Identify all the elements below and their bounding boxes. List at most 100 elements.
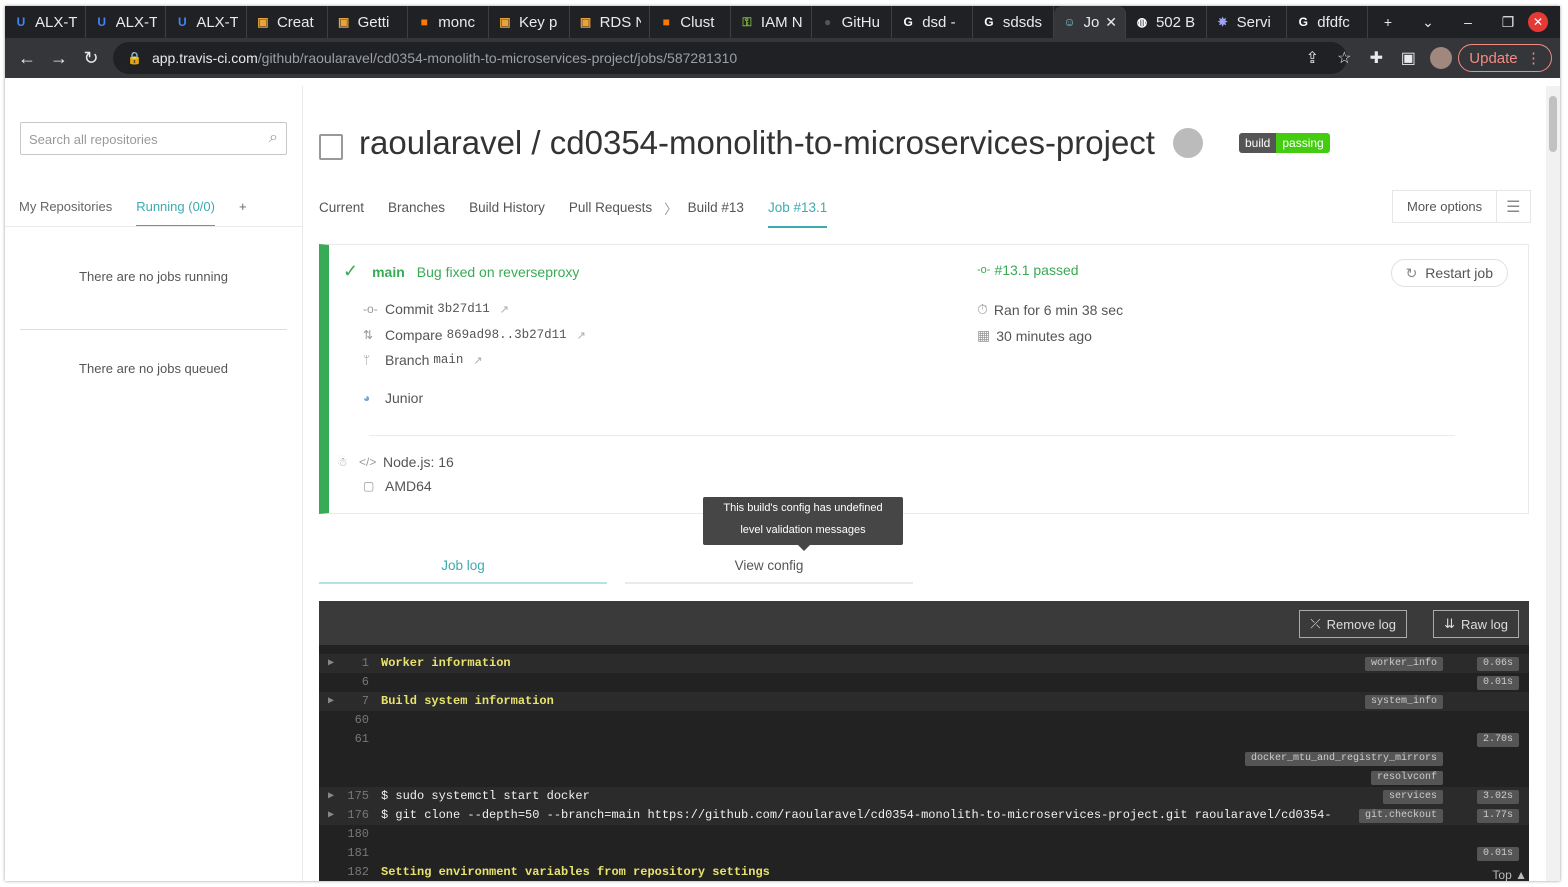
log-line-number[interactable]: 60 bbox=[337, 711, 369, 730]
url-field[interactable]: 🔒 app.travis-ci.com/github/raoularavel/c… bbox=[113, 42, 1347, 74]
main-content: raoularavel / cd0354-monolith-to-microse… bbox=[319, 86, 1531, 881]
profile-avatar[interactable] bbox=[1430, 47, 1453, 69]
tab-running[interactable]: Running (0/0) bbox=[136, 199, 215, 226]
extensions-icon[interactable]: ✚ bbox=[1360, 48, 1392, 68]
search-input[interactable]: Search all repositories ⌕ bbox=[20, 122, 287, 155]
close-tab-icon[interactable]: ✕ bbox=[1105, 14, 1117, 31]
branch-row[interactable]: ᛘ Branch main ↗ bbox=[363, 352, 483, 368]
expand-arrow-icon[interactable]: ▶ bbox=[328, 654, 334, 673]
remove-icon: ⤫ bbox=[1310, 616, 1321, 631]
tab-view-config[interactable]: View config bbox=[625, 548, 913, 584]
commit-row[interactable]: -o- Commit 3b27d11 ↗ bbox=[363, 301, 509, 317]
bookmark-star-icon[interactable]: ☆ bbox=[1328, 48, 1360, 68]
tab-job-log[interactable]: Job log bbox=[319, 548, 607, 584]
cpu-icon: ▢ bbox=[363, 479, 375, 493]
tab-favicon-icon: ▣ bbox=[579, 15, 592, 29]
log-line[interactable]: ▶ 7 Build system information system_info bbox=[319, 692, 1529, 711]
log-line-number[interactable]: 61 bbox=[337, 730, 369, 749]
browser-tab[interactable]: ⚿ IAM N bbox=[731, 6, 812, 38]
tab-current[interactable]: Current bbox=[319, 198, 364, 228]
browser-tab[interactable]: Gdsd - bbox=[892, 6, 973, 38]
build-status-badge[interactable]: build passing bbox=[1238, 133, 1330, 153]
tab-pull-requests[interactable]: Pull Requests bbox=[569, 198, 652, 228]
tab-build[interactable]: Build #13 bbox=[688, 198, 744, 228]
tab-build-history[interactable]: Build History bbox=[469, 198, 545, 228]
remove-log-button[interactable]: ⤫ Remove log bbox=[1299, 610, 1407, 638]
tab-title: RDS N bbox=[599, 13, 642, 31]
browser-window: U ALX-T U ALX-T U ALX-T ▣ Creat ▣ Getti ■ monc ▣ Key … bbox=[5, 6, 1560, 881]
page-scrollbar[interactable] bbox=[1546, 86, 1560, 881]
more-options-button[interactable]: More options ☰ bbox=[1392, 190, 1531, 223]
tab-title: Clust bbox=[680, 13, 715, 31]
add-repository-button[interactable]: + bbox=[239, 199, 247, 227]
badge-label: build bbox=[1238, 133, 1277, 153]
log-line-number[interactable]: 1 bbox=[337, 654, 369, 673]
browser-tab[interactable]: ▣ Key p bbox=[489, 6, 570, 38]
sidebar-tabs: My Repositories Running (0/0) + bbox=[19, 199, 289, 227]
log-line: 181 0.01s bbox=[319, 844, 1529, 863]
new-tab-button[interactable]: + bbox=[1368, 14, 1408, 30]
browser-tab[interactable]: U ALX-T bbox=[166, 6, 247, 38]
fold-label: resolvconf bbox=[1370, 771, 1443, 785]
job-header-row: ✓ main Bug fixed on reverseproxy bbox=[343, 261, 579, 282]
log-line: resolvconf bbox=[319, 768, 1529, 787]
finished-row: ▦ 30 minutes ago bbox=[977, 327, 1092, 344]
log-line-number[interactable]: 6 bbox=[337, 673, 369, 692]
tab-favicon-icon: ▣ bbox=[499, 15, 511, 29]
expand-arrow-icon[interactable]: ▶ bbox=[328, 692, 334, 711]
log-line-number[interactable]: 182 bbox=[337, 863, 369, 881]
job-branch[interactable]: main bbox=[372, 264, 405, 280]
browser-tab[interactable]: ■ monc bbox=[408, 6, 489, 38]
tab-title: Jo bbox=[1083, 13, 1100, 31]
log-line-number[interactable]: 181 bbox=[337, 844, 369, 863]
browser-tab[interactable]: ● GitHu bbox=[812, 6, 893, 38]
restore-button[interactable]: ❐ bbox=[1488, 14, 1528, 31]
browser-tab[interactable]: Gdfdfc bbox=[1287, 6, 1368, 38]
log-line[interactable]: ▶ 1 Worker information worker_info 0.06s bbox=[319, 654, 1529, 673]
browser-tab[interactable]: ▣ Getti bbox=[328, 6, 409, 38]
language-row: ☃ </> Node.js: 16 bbox=[337, 454, 454, 470]
scrollbar-thumb[interactable] bbox=[1549, 96, 1557, 152]
log-line-number[interactable]: 180 bbox=[337, 825, 369, 844]
commit-label: Commit bbox=[385, 301, 434, 317]
side-panel-icon[interactable]: ▣ bbox=[1392, 48, 1424, 68]
back-button[interactable]: ← bbox=[11, 48, 43, 69]
github-icon[interactable] bbox=[1172, 128, 1203, 158]
expand-arrow-icon[interactable]: ▶ bbox=[328, 806, 334, 825]
browser-tab[interactable]: U ALX-T bbox=[86, 6, 167, 38]
tab-search-icon[interactable]: ⌄ bbox=[1408, 14, 1448, 31]
scroll-to-top-link[interactable]: Top ▲ bbox=[1492, 868, 1527, 881]
browser-tab[interactable]: ✵ Servi bbox=[1207, 6, 1288, 38]
expand-arrow-icon[interactable]: ▶ bbox=[328, 787, 334, 806]
browser-tab[interactable]: ▣ RDS N bbox=[570, 6, 651, 38]
tab-title: GitHu bbox=[841, 13, 880, 31]
compare-range: 869ad98..3b27d11 bbox=[446, 328, 567, 342]
log-line-number[interactable]: 176 bbox=[337, 806, 369, 825]
browser-tab[interactable]: Gsdsds bbox=[973, 6, 1054, 38]
log-line[interactable]: ▶ 176 $ git clone --depth=50 --branch=main… bbox=[319, 806, 1529, 825]
log-line: 180 bbox=[319, 825, 1529, 844]
forward-button[interactable]: → bbox=[43, 48, 75, 69]
tab-favicon-icon: ✵ bbox=[1217, 15, 1228, 29]
browser-tab[interactable]: U ALX-T bbox=[5, 6, 86, 38]
log-line: 182 Setting environment variables from re… bbox=[319, 863, 1529, 881]
log-line-number[interactable]: 175 bbox=[337, 787, 369, 806]
tab-title: ALX-T bbox=[35, 13, 77, 31]
raw-log-button[interactable]: ⇊ Raw log bbox=[1433, 610, 1519, 638]
log-line[interactable]: ▶ 175 $ sudo systemctl start docker service… bbox=[319, 787, 1529, 806]
share-icon[interactable]: ⇪ bbox=[1296, 48, 1328, 68]
tab-job[interactable]: Job #13.1 bbox=[767, 198, 828, 228]
browser-tab[interactable]: ■ Clust bbox=[650, 6, 731, 38]
browser-tab[interactable]: ◍ 502 B bbox=[1126, 6, 1207, 38]
tab-my-repositories[interactable]: My Repositories bbox=[19, 199, 112, 227]
minimize-button[interactable]: – bbox=[1448, 14, 1488, 30]
restart-job-button[interactable]: ↻ Restart job bbox=[1390, 259, 1508, 287]
tab-branches[interactable]: Branches bbox=[388, 198, 445, 228]
browser-tab[interactable]: ☺ Jo ✕ bbox=[1053, 6, 1126, 38]
log-line-number[interactable]: 7 bbox=[337, 692, 369, 711]
browser-tab[interactable]: ▣ Creat bbox=[247, 6, 328, 38]
update-button[interactable]: Update ⋮ bbox=[1458, 44, 1552, 72]
reload-button[interactable]: ↻ bbox=[75, 48, 107, 69]
close-window-button[interactable]: ✕ bbox=[1528, 12, 1548, 32]
compare-row[interactable]: ⇅ Compare 869ad98..3b27d11 ↗ bbox=[363, 327, 586, 343]
